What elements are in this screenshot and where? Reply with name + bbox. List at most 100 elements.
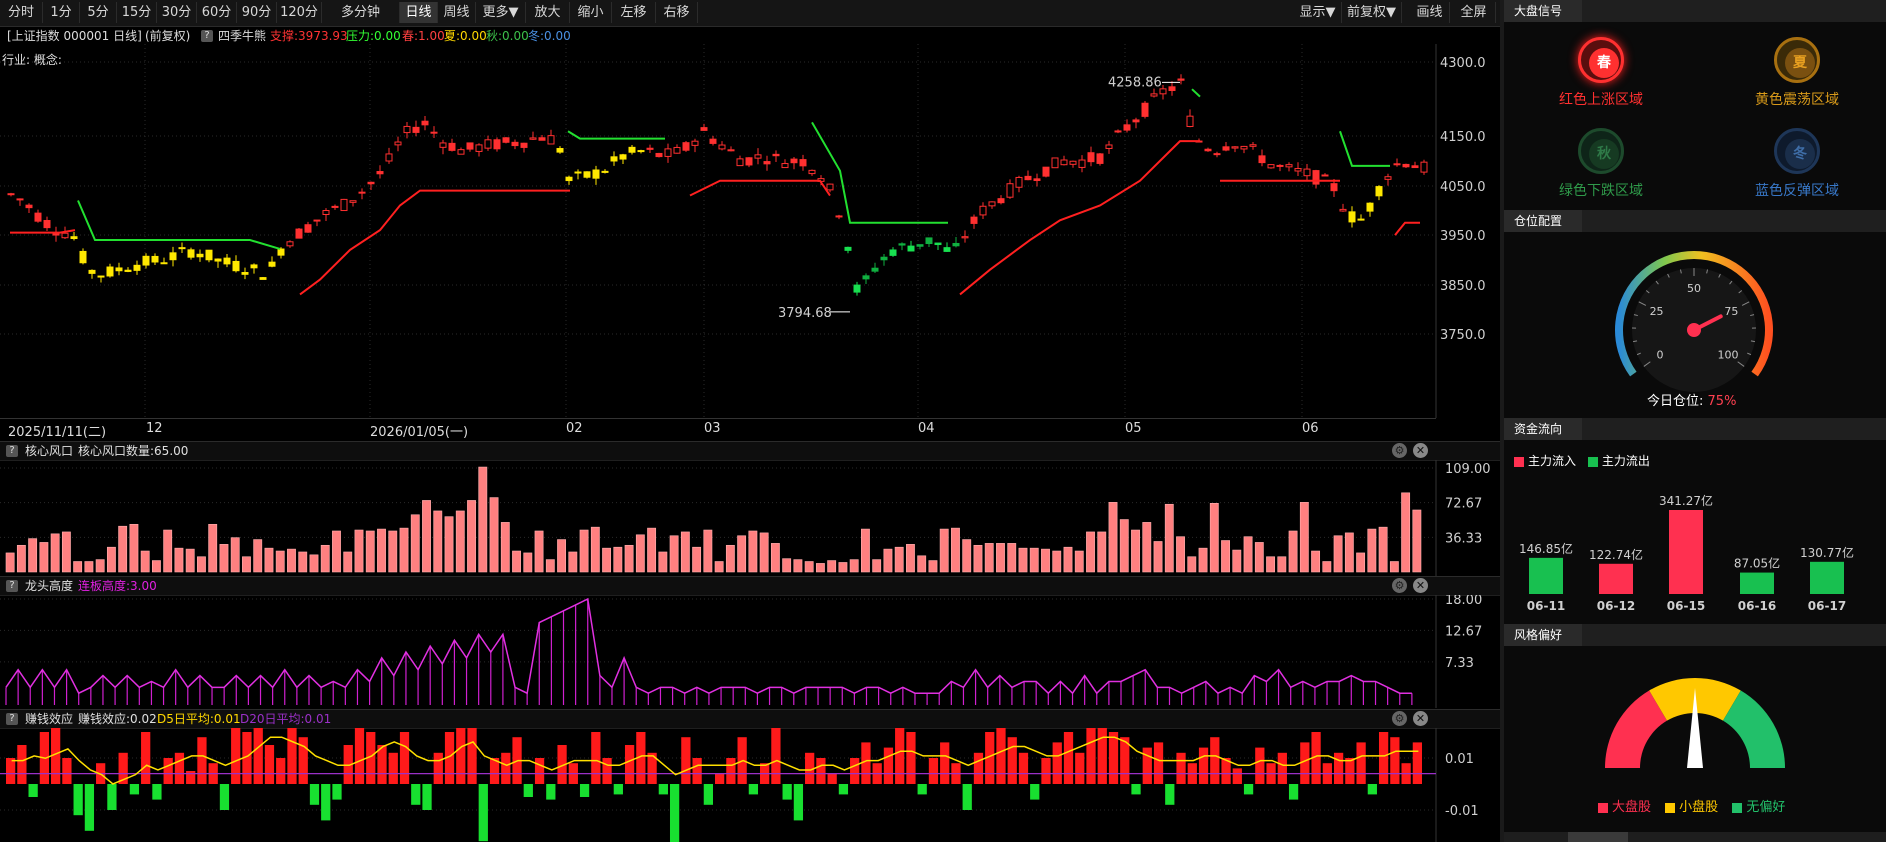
candle-body bbox=[1384, 176, 1392, 180]
toolbar-btn-15min[interactable]: 15分 bbox=[117, 2, 157, 23]
toolbar-btn-timeshare[interactable]: 分时 bbox=[0, 2, 43, 23]
toolbar-btn-adjust[interactable]: 前复权▼ bbox=[1342, 2, 1402, 23]
candle-body bbox=[349, 200, 357, 203]
effect-bar-positive bbox=[276, 758, 286, 784]
season-summer[interactable]: 夏 黄色震荡区域 bbox=[1732, 37, 1862, 109]
gauge-tick-label: 50 bbox=[1687, 282, 1701, 295]
help-icon[interactable]: ? bbox=[6, 445, 18, 457]
flow-value-label: 122.74亿 bbox=[1589, 547, 1643, 562]
candle-body bbox=[1132, 119, 1140, 123]
candle-body bbox=[304, 224, 312, 233]
wind-bar bbox=[197, 556, 206, 573]
effect-bar-positive bbox=[681, 737, 691, 784]
wind-bar bbox=[827, 560, 837, 573]
close-icon[interactable]: ✕ bbox=[1413, 443, 1428, 458]
wind-bar bbox=[1074, 550, 1084, 573]
effect-bar-negative bbox=[1030, 784, 1040, 800]
toolbar-btn-zoom-in[interactable]: 放大 bbox=[526, 2, 570, 23]
help-icon[interactable]: ? bbox=[6, 580, 18, 592]
legend-large-cap: 大盘股 bbox=[1612, 800, 1652, 815]
wind-bar bbox=[928, 560, 938, 573]
effect-bar-negative bbox=[917, 784, 927, 795]
candle-body bbox=[952, 242, 960, 247]
close-icon[interactable]: ✕ bbox=[1413, 578, 1428, 593]
wind-bar bbox=[309, 554, 319, 573]
panel-name: 龙头高度 bbox=[25, 579, 74, 593]
toolbar-btn-fullscreen[interactable]: 全屏 bbox=[1452, 2, 1496, 23]
wind-bar bbox=[680, 531, 690, 573]
wind-bar bbox=[1333, 535, 1343, 573]
legend-small-cap: 小盘股 bbox=[1679, 800, 1719, 815]
toolbar-btn-zoom-out[interactable]: 缩小 bbox=[570, 2, 612, 23]
date-label: 05 bbox=[1125, 421, 1142, 436]
candle-body bbox=[826, 183, 834, 191]
panel-header-leader-height: ? 龙头高度 连板高度:3.00 ⚙ ✕ bbox=[0, 576, 1500, 596]
toolbar-btn-120min[interactable]: 120分 bbox=[277, 2, 322, 23]
season-label: 红色上涨区域 bbox=[1559, 92, 1643, 108]
effect-bar-negative bbox=[1288, 784, 1299, 800]
fund-flow-chart: 146.85亿 06-11 122.74亿 06-12 341.27亿 06-15 87.0… bbox=[1519, 493, 1854, 613]
toolbar-btn-weekly[interactable]: 周线 bbox=[438, 2, 476, 23]
period-toolbar: 分时 1分 5分 15分 30分 60分 90分 120分 多分钟 日线 周线 … bbox=[0, 0, 1500, 27]
toolbar-btn-90min[interactable]: 90分 bbox=[237, 2, 277, 23]
toolbar-btn-1min[interactable]: 1分 bbox=[43, 2, 80, 23]
toolbar-btn-5min[interactable]: 5分 bbox=[80, 2, 117, 23]
effect-bar-positive bbox=[861, 742, 871, 784]
candle-body bbox=[1402, 163, 1410, 168]
wind-bar bbox=[602, 547, 612, 573]
toolbar-btn-more[interactable]: 更多▼ bbox=[476, 2, 526, 23]
close-icon[interactable]: ✕ bbox=[1413, 711, 1428, 726]
season-winter[interactable]: 冬 蓝色反弹区域 bbox=[1732, 128, 1862, 200]
position-label: 今日仓位: bbox=[1647, 394, 1704, 409]
wind-bar bbox=[692, 546, 702, 573]
effect-bar-negative bbox=[152, 784, 162, 800]
candle-body bbox=[970, 216, 978, 224]
kline-chart[interactable]: 4300.0 4150.0 4050.0 3950.0 3850.0 3750.0 4258… bbox=[0, 44, 1500, 446]
section-header-style: 风格偏好 bbox=[1504, 624, 1886, 646]
y-tick-label: -0.01 bbox=[1445, 804, 1479, 819]
candle-body bbox=[538, 137, 546, 141]
wind-bar bbox=[737, 535, 747, 573]
effect-bar-positive bbox=[1052, 742, 1062, 784]
effect-bar-negative bbox=[793, 784, 804, 821]
wind-bar bbox=[849, 559, 859, 573]
legend-out: 主力流出 bbox=[1601, 454, 1650, 468]
panel-name: 核心风口 bbox=[25, 444, 74, 458]
toolbar-btn-daily[interactable]: 日线 bbox=[400, 2, 438, 23]
gear-icon[interactable]: ⚙ bbox=[1392, 711, 1407, 726]
toolbar-btn-move-right[interactable]: 右移 bbox=[656, 2, 698, 23]
candle-body bbox=[1267, 164, 1275, 169]
toolbar-btn-draw[interactable]: 画线 bbox=[1410, 2, 1450, 23]
effect-bar-positive bbox=[1018, 752, 1029, 784]
gear-icon[interactable]: ⚙ bbox=[1392, 443, 1407, 458]
bottom-tab[interactable] bbox=[1568, 832, 1628, 842]
help-icon[interactable]: ? bbox=[6, 713, 18, 725]
wind-bar bbox=[1052, 550, 1062, 573]
candle-body bbox=[313, 219, 321, 222]
wind-bar bbox=[917, 555, 927, 573]
candle-body bbox=[727, 149, 735, 152]
effect-bar-positive bbox=[6, 758, 16, 784]
candle-body bbox=[664, 148, 672, 157]
toolbar-btn-60min[interactable]: 60分 bbox=[197, 2, 237, 23]
help-icon[interactable]: ? bbox=[201, 30, 213, 42]
toolbar-btn-display[interactable]: 显示▼ bbox=[1294, 2, 1342, 23]
wind-bar bbox=[635, 534, 645, 573]
candle-body bbox=[637, 150, 645, 153]
toolbar-btn-move-left[interactable]: 左移 bbox=[612, 2, 656, 23]
candle-body bbox=[1123, 124, 1131, 131]
y-tick-label: 72.67 bbox=[1445, 497, 1482, 512]
wind-bar bbox=[579, 529, 589, 573]
season-spring[interactable]: 春 红色上涨区域 bbox=[1536, 37, 1666, 109]
toolbar-btn-30min[interactable]: 30分 bbox=[157, 2, 197, 23]
wind-bar bbox=[590, 526, 600, 573]
effect-bar-positive bbox=[197, 737, 207, 784]
candle-body bbox=[772, 153, 780, 157]
gear-icon[interactable]: ⚙ bbox=[1392, 578, 1407, 593]
toolbar-btn-multi-min[interactable]: 多分钟 bbox=[322, 2, 400, 23]
season-autumn[interactable]: 秋 绿色下跌区域 bbox=[1536, 128, 1666, 200]
effect-bar-positive bbox=[174, 752, 185, 784]
effect-bar-positive bbox=[883, 747, 894, 784]
candle-body bbox=[403, 125, 411, 134]
flow-value-label: 341.27亿 bbox=[1659, 493, 1713, 508]
